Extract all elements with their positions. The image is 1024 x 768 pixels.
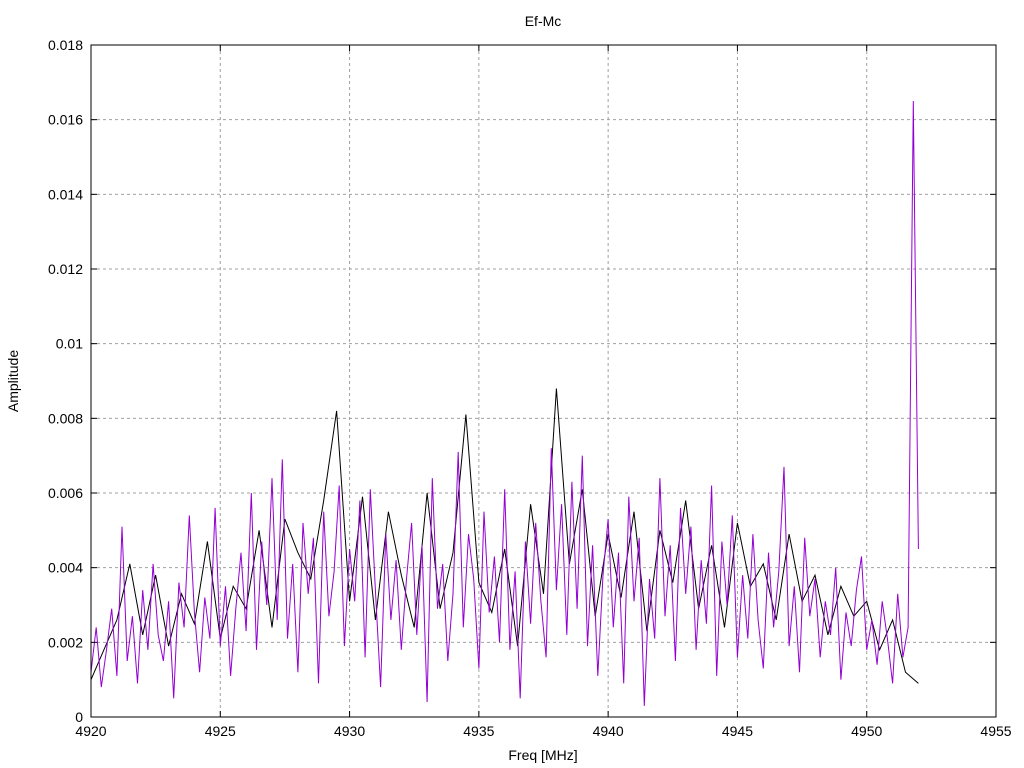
chart-title: Ef-Mc [525,13,562,29]
y-tick-label: 0 [75,709,83,725]
chart: 4920 4925 4930 4935 4940 4945 4950 4955 0 0.002 0.… [5,13,1012,763]
y-tick-label: 0.006 [48,485,83,501]
y-tick-label: 0.018 [48,37,83,53]
series-line-purple [90,100,919,706]
series-group [90,100,919,706]
series-line-black [90,388,919,684]
y-tick-label: 0.014 [48,186,83,202]
x-tick-label: 4925 [205,723,236,739]
y-tick-label: 0.01 [56,336,83,352]
x-tick-label: 4950 [851,723,882,739]
y-tick-label: 0.004 [48,560,83,576]
y-tick-label: 0.002 [48,634,83,650]
x-tick-label: 4935 [463,723,494,739]
y-axis-label: Amplitude [5,350,21,412]
y-tick-label: 0.012 [48,261,83,277]
y-tick-label: 0.016 [48,112,83,128]
x-axis-label: Freq [MHz] [508,747,577,763]
x-tick-label: 4920 [75,723,106,739]
x-tick-label: 4945 [722,723,753,739]
x-tick-label: 4930 [334,723,365,739]
y-tick-label: 0.008 [48,410,83,426]
x-tick-label: 4955 [980,723,1011,739]
x-tick-label: 4940 [593,723,624,739]
